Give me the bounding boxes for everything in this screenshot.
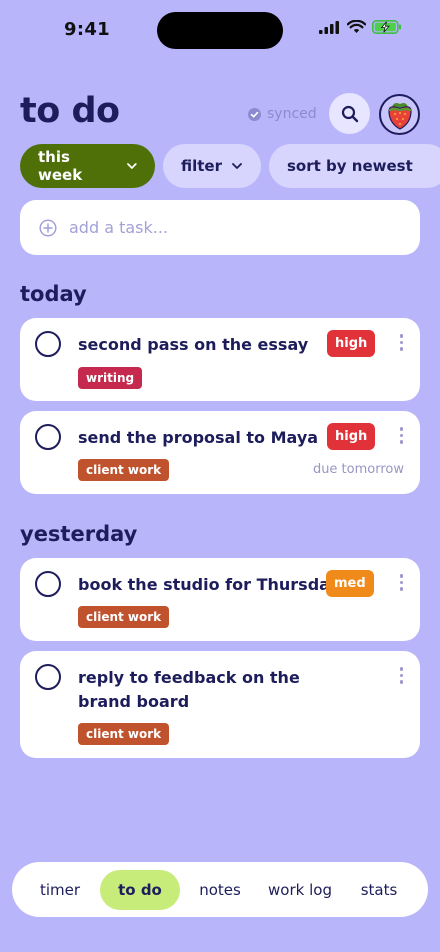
more-options-icon[interactable] xyxy=(399,574,403,591)
task-title: send the proposal to Maya xyxy=(78,428,319,447)
status-icons xyxy=(319,20,402,34)
nav-item-to-do[interactable]: to do xyxy=(100,870,180,910)
battery-charging-icon xyxy=(372,20,401,34)
strawberry-icon xyxy=(387,102,412,130)
task-title: second pass on the essay xyxy=(78,335,309,354)
bottom-nav: timer to do notes work log stats xyxy=(12,862,428,917)
filter-label: filter xyxy=(181,157,223,175)
section-title-today: today xyxy=(20,282,87,306)
nav-item-stats[interactable]: stats xyxy=(342,862,416,917)
status-bar: 9:41 xyxy=(0,0,440,60)
sync-label: synced xyxy=(267,106,317,122)
sync-status: synced xyxy=(248,106,317,122)
task-checkbox[interactable] xyxy=(35,331,61,357)
plus-circle-icon xyxy=(39,218,57,237)
task-tag: client work xyxy=(78,459,170,481)
check-circle-icon xyxy=(248,107,261,121)
task-card[interactable]: reply to feedback on the brand board cli… xyxy=(20,651,420,758)
status-time: 9:41 xyxy=(64,19,110,40)
signal-icon xyxy=(319,20,339,34)
task-checkbox[interactable] xyxy=(35,571,61,597)
search-icon xyxy=(341,105,358,122)
search-button[interactable] xyxy=(329,93,370,134)
task-card[interactable]: second pass on the essay high writing xyxy=(20,318,420,401)
priority-badge: med xyxy=(326,570,374,597)
task-tag: client work xyxy=(78,606,170,628)
chevron-down-icon xyxy=(127,163,137,169)
task-title: book the studio for Thursday xyxy=(78,575,340,594)
task-card[interactable]: send the proposal to Maya high client wo… xyxy=(20,411,420,494)
task-title: reply to feedback on the brand board xyxy=(78,668,300,711)
add-task-input[interactable]: add a task... xyxy=(20,200,420,255)
sort-label: sort by newest xyxy=(287,157,413,175)
nav-item-notes[interactable]: notes xyxy=(182,862,258,917)
sort-chip[interactable]: sort by newest xyxy=(269,144,440,188)
due-date-label: due tomorrow xyxy=(312,462,404,477)
wifi-icon xyxy=(347,20,366,33)
avatar[interactable] xyxy=(379,94,420,135)
week-filter-chip[interactable]: this week xyxy=(20,144,155,188)
page-title: to do xyxy=(20,91,120,131)
chevron-down-icon xyxy=(232,163,242,169)
more-options-icon[interactable] xyxy=(399,334,403,351)
task-card[interactable]: book the studio for Thursday med client … xyxy=(20,558,420,641)
section-title-yesterday: yesterday xyxy=(20,522,138,546)
more-options-icon[interactable] xyxy=(399,427,403,444)
priority-badge: high xyxy=(327,330,376,357)
task-tag: client work xyxy=(78,723,170,745)
filter-chip[interactable]: filter xyxy=(163,144,261,188)
task-checkbox[interactable] xyxy=(35,424,61,450)
task-checkbox[interactable] xyxy=(35,664,61,690)
priority-badge: high xyxy=(327,423,376,450)
nav-item-work-log[interactable]: work log xyxy=(260,862,340,917)
more-options-icon[interactable] xyxy=(399,667,403,684)
task-tag: writing xyxy=(78,367,143,389)
add-task-placeholder: add a task... xyxy=(69,218,169,237)
week-filter-label: this week xyxy=(38,148,83,184)
nav-item-timer[interactable]: timer xyxy=(22,862,98,917)
dynamic-island xyxy=(157,12,283,49)
